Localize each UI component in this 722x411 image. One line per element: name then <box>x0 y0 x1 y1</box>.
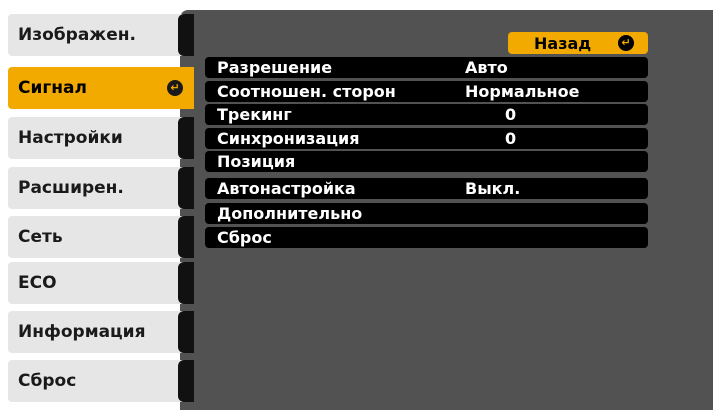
row-label: Позиция <box>217 152 296 171</box>
back-button[interactable]: Назад ↵ <box>508 32 648 54</box>
tab-divider <box>178 262 194 304</box>
tab-divider <box>178 216 194 258</box>
sidebar-item-label: Информация <box>18 322 146 342</box>
row-label: Трекинг <box>217 105 292 124</box>
sidebar-item-eco[interactable]: ECO <box>8 262 194 304</box>
row-auto-setup[interactable]: Автонастройка Выкл. <box>205 178 648 199</box>
row-resolution[interactable]: Разрешение Авто <box>205 57 648 78</box>
row-label: Автонастройка <box>217 179 356 198</box>
sidebar-item-settings[interactable]: Настройки <box>8 117 194 159</box>
sidebar-item-label: ECO <box>18 273 57 293</box>
row-position[interactable]: Позиция <box>205 151 648 172</box>
tab-divider <box>178 14 194 56</box>
sidebar-item-label: Сброс <box>18 371 77 391</box>
sidebar-item-extended[interactable]: Расширен. <box>8 167 194 209</box>
sidebar-item-label: Расширен. <box>18 178 124 198</box>
row-label: Разрешение <box>217 58 333 77</box>
row-label: Синхронизация <box>217 129 360 148</box>
enter-icon: ↵ <box>618 35 634 51</box>
row-value: 0 <box>505 105 517 124</box>
row-value: 0 <box>505 129 517 148</box>
sidebar-item-image[interactable]: Изображен. <box>8 14 194 56</box>
tab-divider <box>178 117 194 159</box>
sidebar-item-signal[interactable]: Сигнал ↵ <box>8 67 194 109</box>
sidebar-item-info[interactable]: Информация <box>8 311 194 353</box>
tab-divider <box>178 311 194 353</box>
tab-divider <box>178 360 194 402</box>
sidebar-item-label: Сигнал <box>18 78 87 98</box>
sidebar-item-label: Изображен. <box>18 25 136 45</box>
enter-icon: ↵ <box>167 80 183 96</box>
sidebar-item-network[interactable]: Сеть <box>8 216 194 258</box>
tab-divider <box>178 167 194 209</box>
sidebar-item-reset[interactable]: Сброс <box>8 360 194 402</box>
row-label: Дополнительно <box>217 204 363 223</box>
sidebar-item-label: Настройки <box>18 128 123 148</box>
row-value: Выкл. <box>465 179 521 198</box>
sidebar-item-label: Сеть <box>18 227 63 247</box>
back-label: Назад <box>534 33 592 53</box>
row-aspect-ratio[interactable]: Соотношен. сторон Нормальное <box>205 81 648 102</box>
row-sync[interactable]: Синхронизация 0 <box>205 128 648 149</box>
row-label: Соотношен. сторон <box>217 82 396 101</box>
row-label: Сброс <box>217 228 272 247</box>
row-reset[interactable]: Сброс <box>205 227 648 248</box>
row-advanced[interactable]: Дополнительно <box>205 203 648 224</box>
row-value: Авто <box>465 58 508 77</box>
row-value: Нормальное <box>465 82 580 101</box>
row-tracking[interactable]: Трекинг 0 <box>205 104 648 125</box>
